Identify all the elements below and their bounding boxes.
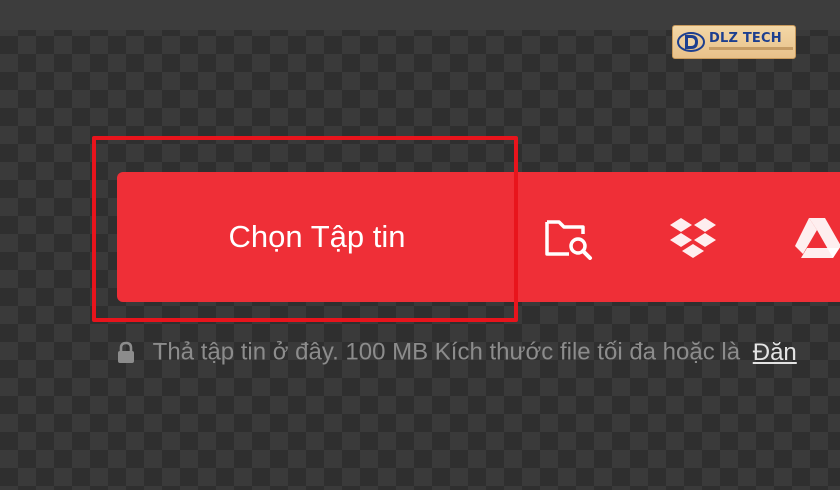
drop-hint: Thả tập tin ở đây. 100 MB Kích thước fil… xyxy=(116,338,797,368)
google-drive-icon[interactable] xyxy=(791,216,840,260)
signup-link[interactable]: Đăn xyxy=(753,339,797,366)
dlz-logo-icon xyxy=(677,32,705,52)
brand-tagline xyxy=(709,47,793,50)
lock-icon xyxy=(118,341,134,363)
folder-search-icon[interactable] xyxy=(543,216,595,260)
dropbox-icon[interactable] xyxy=(667,216,719,260)
brand-name: DLZ TECH xyxy=(709,31,782,46)
dropzone-canvas[interactable]: DLZ TECH Chọn Tập tin Thả tập tin ở đây.… xyxy=(0,0,840,490)
highlight-annotation-box xyxy=(92,136,518,322)
brand-logo: DLZ TECH xyxy=(672,25,796,59)
drop-hint-text: Thả tập tin ở đây. 100 MB Kích thước fil… xyxy=(152,338,741,366)
